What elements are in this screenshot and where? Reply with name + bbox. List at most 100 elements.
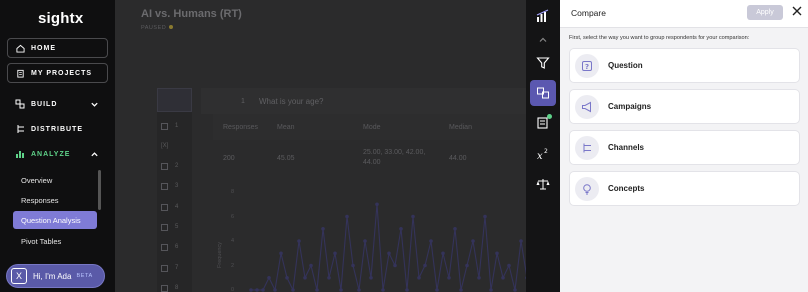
frequency-point	[411, 214, 415, 219]
frequency-chart: Frequency 8 6 4 2 0	[213, 178, 526, 292]
compare-option-concepts[interactable]: Concepts	[569, 171, 800, 206]
distribute-icon	[17, 125, 24, 133]
compare-option-label: Campaigns	[608, 102, 652, 111]
ada-assistant-button[interactable]: X Hi, I'm Ada BETA	[6, 264, 105, 288]
frequency-point	[327, 276, 331, 280]
nav-projects-button[interactable]: MY PROJECTS	[7, 63, 108, 83]
question-list-item[interactable]: 8	[161, 281, 189, 292]
sub-question-analysis[interactable]: Question Analysis	[13, 211, 97, 229]
statistics-button[interactable]: x2	[530, 141, 556, 167]
ada-icon: X	[11, 268, 27, 284]
question-list-item[interactable]: 3	[161, 179, 189, 193]
nav-distribute-label: DISTRIBUTE	[31, 125, 83, 133]
stats-header-cell: Mean	[277, 123, 295, 131]
frequency-point	[459, 288, 463, 292]
stats-cell: 44.00	[449, 154, 467, 162]
frequency-point	[291, 288, 295, 292]
frequency-point	[489, 288, 493, 292]
megaphone-icon	[575, 94, 599, 119]
question-list-item[interactable]: 4	[161, 200, 189, 214]
frequency-point	[279, 251, 283, 256]
sub-overview[interactable]: Overview	[13, 171, 97, 189]
frequency-point	[363, 239, 367, 243]
apply-button[interactable]: Apply	[747, 5, 783, 20]
stats-cell: 200	[223, 154, 235, 162]
nav-distribute[interactable]: DISTRIBUTE	[15, 122, 105, 136]
stats-header-cell: Responses	[223, 123, 259, 131]
compare-button[interactable]	[530, 80, 556, 106]
compare-panel-header: Compare Apply	[560, 0, 808, 28]
y-axis-label: Frequency	[217, 242, 223, 268]
svg-text:x: x	[537, 151, 543, 161]
frequency-point	[423, 263, 427, 268]
ada-label: Hi, I'm Ada	[33, 271, 72, 281]
frequency-point	[465, 263, 469, 268]
sightx-logo[interactable]: sightx	[38, 10, 83, 27]
lightbulb-icon	[575, 176, 599, 201]
stats-header-cell: Mode	[363, 123, 381, 131]
question-list-item[interactable]: 7	[161, 261, 189, 275]
sub-responses[interactable]: Responses	[13, 191, 97, 209]
close-icon[interactable]	[791, 5, 803, 17]
stats-row: 200 45.05 25.00, 33.00, 42.00, 44.00 44.…	[213, 140, 526, 176]
weighting-button[interactable]	[530, 171, 556, 197]
frequency-point	[273, 288, 277, 292]
chevron-up-icon	[91, 151, 98, 156]
report-button[interactable]	[530, 110, 556, 136]
question-icon: ?	[575, 53, 599, 78]
frequency-point	[315, 288, 319, 292]
analytics-logo-button[interactable]	[530, 3, 556, 29]
sidebar: sightx HOME MY PROJECTS BUILD DISTRIBUTE…	[0, 0, 115, 292]
compare-icon	[537, 87, 549, 99]
frequency-point	[321, 227, 325, 231]
frequency-point	[249, 288, 253, 292]
nav-home-button[interactable]: HOME	[7, 38, 108, 58]
compare-option-label: Concepts	[608, 184, 645, 193]
frequency-point	[387, 251, 391, 256]
y-tick-label: 4	[231, 238, 235, 244]
nav-analyze[interactable]: ANALYZE	[15, 147, 105, 161]
question-rail-header[interactable]	[157, 88, 192, 112]
question-list-item[interactable]: 6	[161, 240, 189, 254]
grid-icon	[161, 264, 168, 272]
frequency-point	[495, 251, 499, 256]
nav-home-label: HOME	[31, 44, 56, 52]
question-list-item[interactable]: [X]	[161, 139, 189, 153]
x-squared-icon: x2	[537, 148, 548, 161]
filter-button[interactable]	[530, 50, 556, 76]
frequency-point	[519, 239, 523, 243]
svg-text:?: ?	[585, 63, 589, 71]
analytics-icon	[536, 9, 549, 22]
filter-icon	[536, 57, 550, 69]
chevron-down-icon	[91, 102, 98, 107]
frequency-point	[435, 288, 439, 292]
compare-option-channels[interactable]: Channels	[569, 130, 800, 165]
svg-text:2: 2	[544, 148, 548, 155]
frequency-point	[501, 276, 505, 280]
home-icon	[16, 44, 25, 53]
frequency-point	[339, 288, 343, 292]
question-list-item[interactable]: 5	[161, 220, 189, 234]
scale-icon	[536, 179, 550, 190]
frequency-point	[513, 288, 517, 292]
compare-panel: Compare Apply First, select the way you …	[560, 0, 808, 292]
frequency-point	[297, 239, 301, 243]
frequency-point	[309, 263, 313, 268]
question-list-item[interactable]: 1	[161, 119, 189, 133]
compare-option-label: Question	[608, 61, 643, 70]
grid-icon	[161, 284, 168, 292]
compare-option-question[interactable]: ? Question	[569, 48, 800, 83]
status-badge: PAUSED	[141, 25, 174, 31]
grid-icon	[161, 203, 168, 211]
nav-build[interactable]: BUILD	[15, 97, 105, 111]
question-type-icon	[161, 122, 168, 130]
frequency-point	[477, 276, 481, 280]
question-number: 1	[241, 97, 245, 105]
y-tick-label: 6	[231, 213, 235, 220]
compare-option-campaigns[interactable]: Campaigns	[569, 89, 800, 124]
sub-pivot-tables[interactable]: Pivot Tables	[13, 232, 97, 250]
question-list-item[interactable]: 2	[161, 159, 189, 173]
bar-chart-icon	[16, 151, 24, 158]
sidebar-scrollbar[interactable]	[98, 170, 101, 210]
frequency-point	[399, 227, 403, 231]
